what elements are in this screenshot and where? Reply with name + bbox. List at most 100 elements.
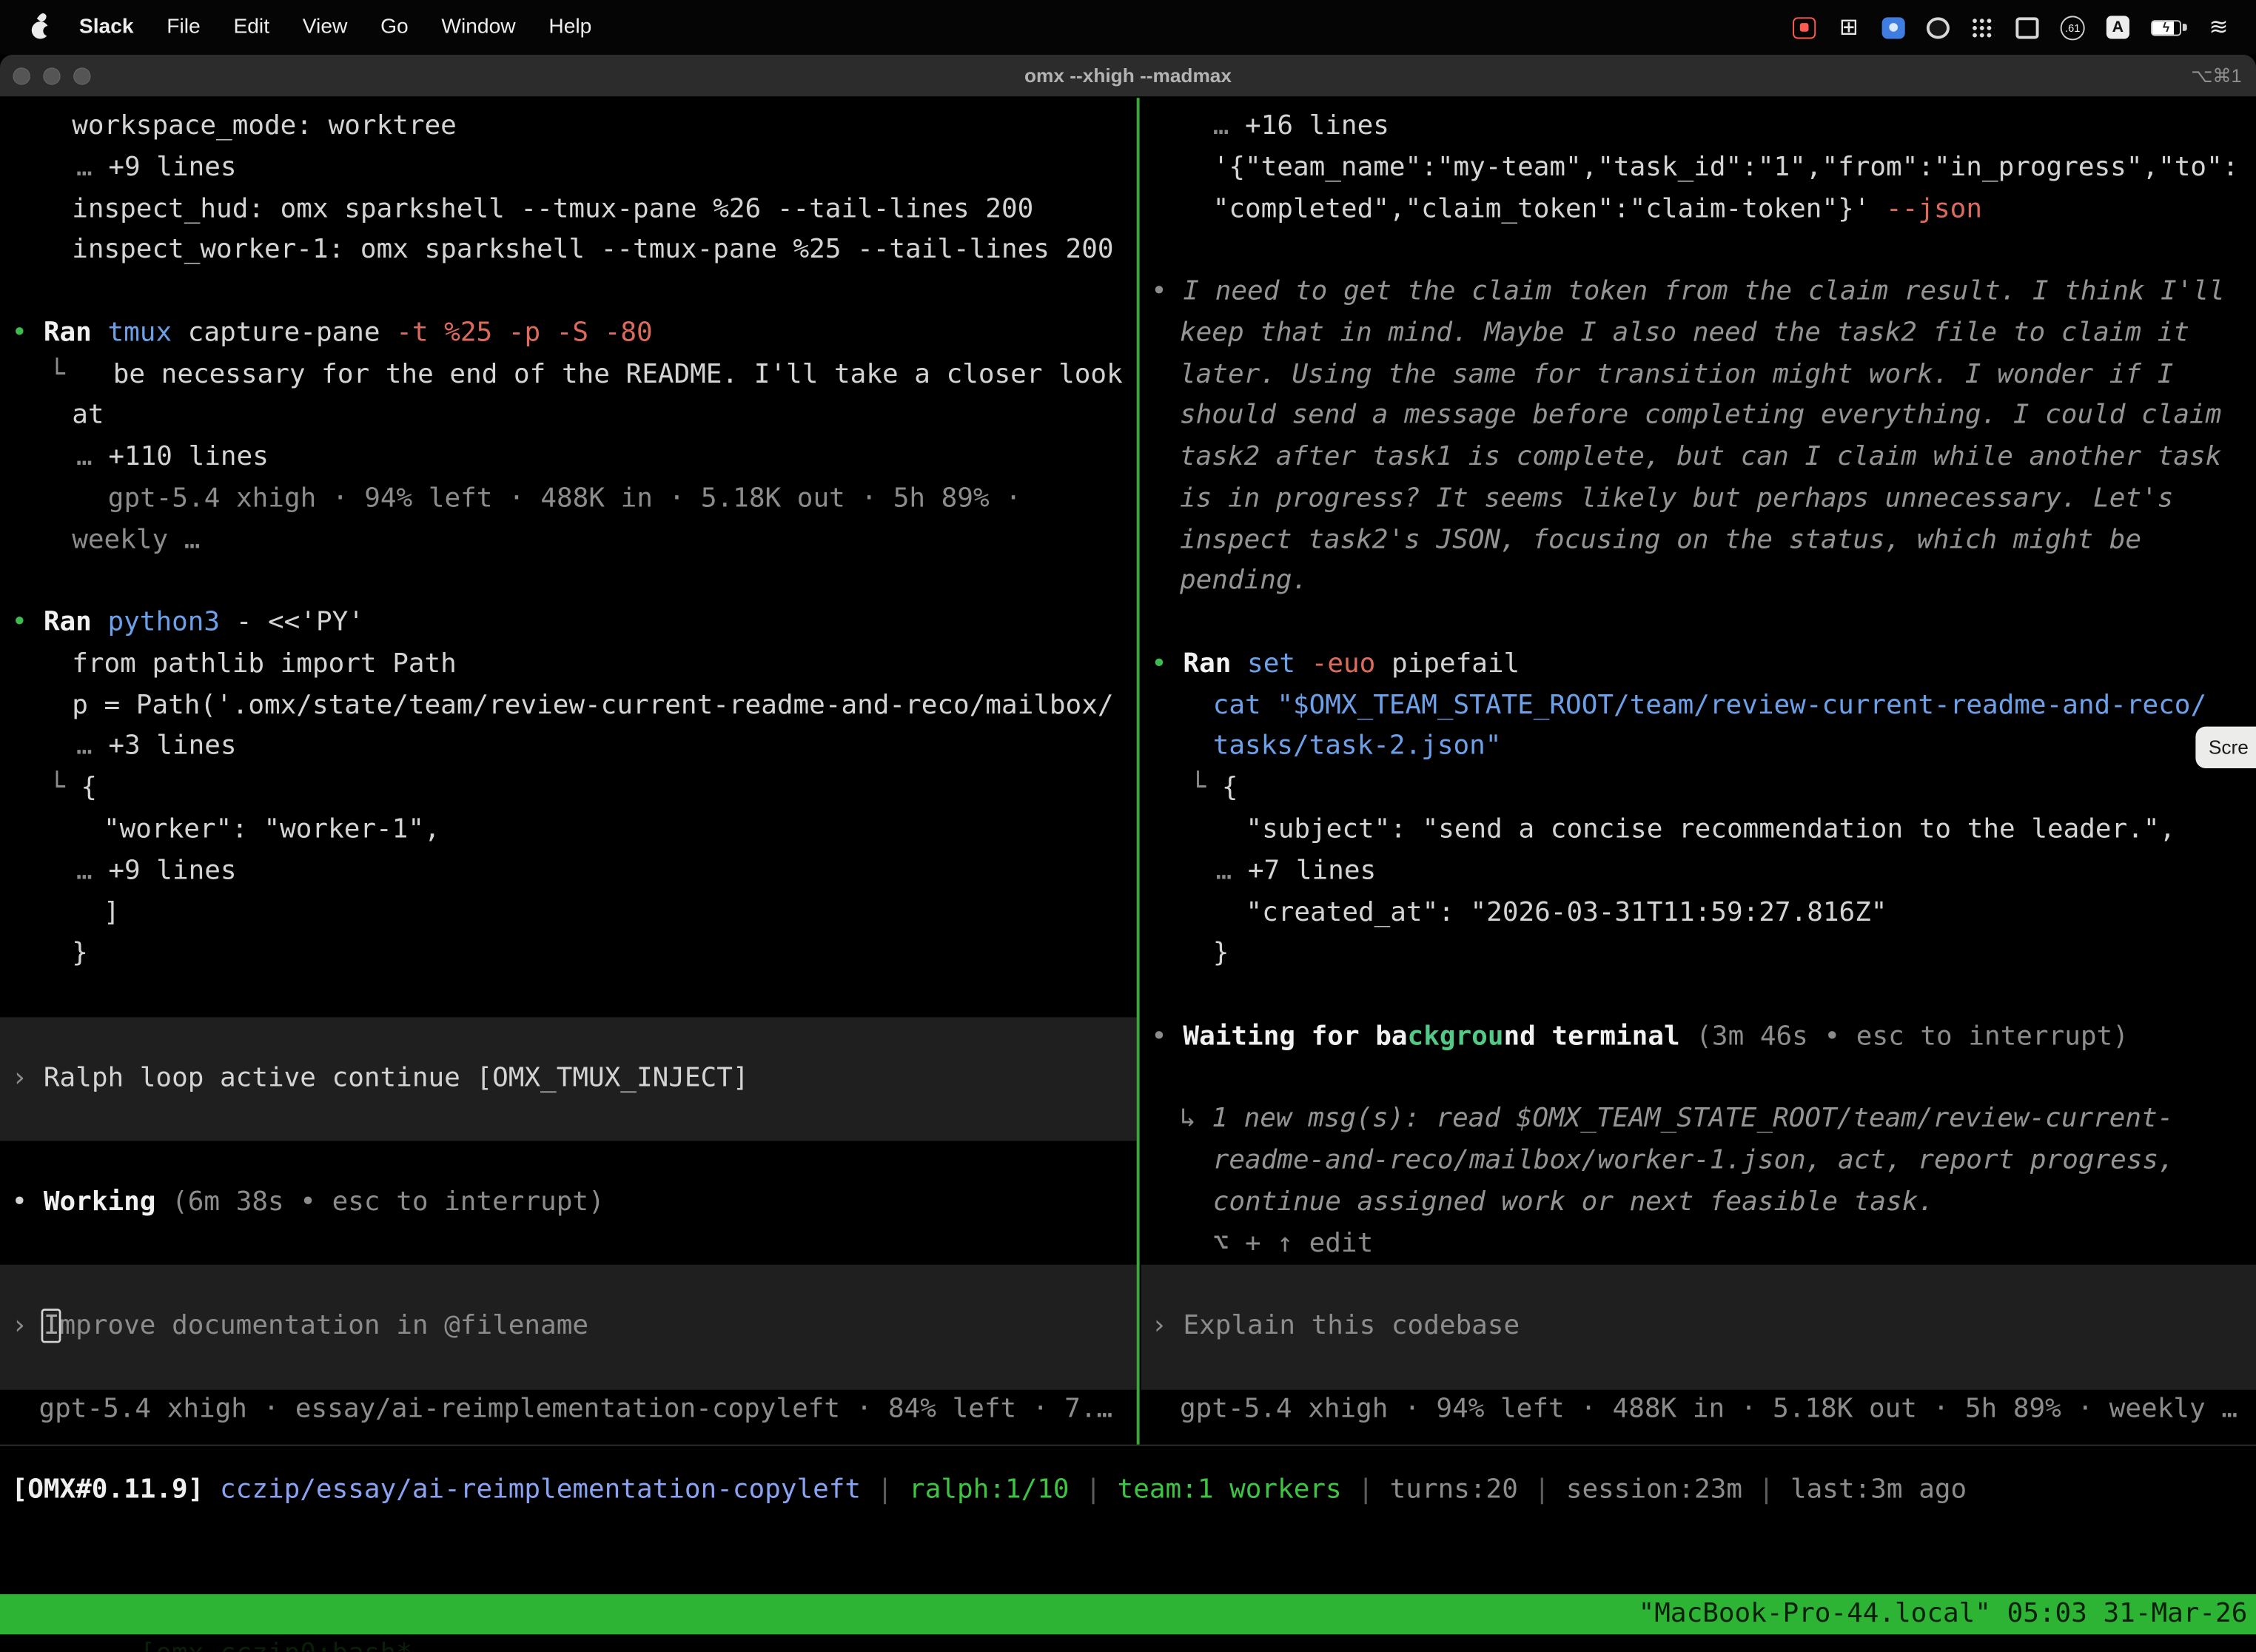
text-segment: "subject": "send a concise recommendatio… <box>1246 814 2175 845</box>
terminal-line: cat "$OMX_TEAM_STATE_ROOT/team/review-cu… <box>1141 686 2256 728</box>
prompt-line[interactable]: › Ralph loop active continue [OMX_TMUX_I… <box>0 1017 1137 1141</box>
zoom-button[interactable] <box>73 67 90 84</box>
menu-item-go[interactable]: Go <box>380 16 409 38</box>
text-segment: inspect_hud: omx sparkshell --tmux-pane … <box>72 194 1033 224</box>
text-segment: … <box>76 152 108 183</box>
terminal-line: from pathlib import Path <box>0 645 1137 686</box>
title-bar[interactable]: omx --xhigh --madmax ⌥⌘1 <box>0 55 2256 98</box>
terminal-line: continue assigned work or next feasible … <box>1141 1183 2256 1224</box>
text-segment: … <box>76 442 108 472</box>
text-segment: • <box>12 1187 44 1218</box>
menu-item-edit[interactable]: Edit <box>233 16 269 38</box>
text-segment: Ran <box>1183 649 1247 679</box>
gauge-icon[interactable]: .61 <box>2061 15 2085 39</box>
text-segment: last:3m ago <box>1790 1474 1967 1505</box>
terminal-line: • I need to get the claim token from the… <box>1141 272 2256 314</box>
terminal-line: gpt-5.4 xhigh · 94% left · 488K in · 5.1… <box>0 479 1137 520</box>
terminal-line: gpt-5.4 xhigh · 94% left · 488K in · 5.1… <box>1141 1389 2256 1431</box>
screen-recording-icon[interactable] <box>1793 16 1816 38</box>
text-segment: gpt-5.4 xhigh · 94% left · 488K in · 5.1… <box>108 483 1021 514</box>
text-segment: gpt-5.4 xhigh · 94% left · 488K in · 5.1… <box>1180 1394 2237 1424</box>
keyboard-layout-icon-label: A <box>2112 19 2124 36</box>
tmux-status-bar: [omx-cczip0:bash* "MacBook-Pro-44.local"… <box>0 1594 2256 1634</box>
dark-circle-icon[interactable] <box>1927 16 1950 38</box>
text-segment: ] <box>104 897 120 927</box>
terminal[interactable]: workspace_mode: worktree … +9 lines inspec… <box>0 98 2256 1651</box>
text-segment: should send a message before completing … <box>1180 400 2221 431</box>
text-segment: +7 lines <box>1248 856 1376 886</box>
gauge-icon-label: .61 <box>2065 21 2080 33</box>
menu-item-window[interactable]: Window <box>441 16 515 38</box>
text-segment: at <box>72 400 104 431</box>
prompt-line[interactable]: › Explain this codebase <box>1141 1266 2256 1390</box>
text-segment: • <box>1151 1021 1183 1052</box>
text-segment: | <box>861 1474 909 1505</box>
terminal-line <box>0 272 1137 314</box>
fan-icon[interactable]: ≋ <box>2207 13 2230 41</box>
terminal-line: … +16 lines <box>1141 107 2256 148</box>
terminal-line: • Ran python3 - <<'PY' <box>0 603 1137 645</box>
text-segment: | <box>1342 1474 1390 1505</box>
text-segment: 1 new msg(s): read $OMX_TEAM_STATE_ROOT/… <box>1212 1104 2173 1135</box>
terminal-line: is in progress? It seems likely but perh… <box>1141 479 2256 520</box>
text-segment: • <box>12 608 44 638</box>
text-segment: gpt-5.4 xhigh · essay/ai-reimplementatio… <box>38 1394 1112 1424</box>
menu-item-file[interactable]: File <box>167 16 200 38</box>
text-segment: later. Using the same for transition mig… <box>1180 359 2173 389</box>
tmux-host-time-label: "MacBook-Pro-44.local" 05:03 31-Mar-26 <box>1639 1594 2248 1634</box>
terminal-line: tasks/task-2.json" <box>1141 728 2256 769</box>
text-segment: +110 lines <box>108 442 269 472</box>
prompt-line[interactable]: › Improve documentation in @filename <box>0 1266 1137 1390</box>
terminal-line: … +110 lines <box>0 437 1137 479</box>
blue-app-icon[interactable] <box>1882 16 1905 38</box>
text-segment: I need to get the claim token from the c… <box>1183 276 2224 306</box>
apple-menu-icon[interactable] <box>30 14 52 40</box>
text-segment: | <box>1070 1474 1118 1505</box>
battery-icon[interactable]: ϟ <box>2151 19 2181 35</box>
text-segment: nd terminal <box>1503 1021 1696 1052</box>
text-segment: workspace_mode: worktree <box>72 111 457 141</box>
terminal-line: inspect task2's JSON, focusing on the st… <box>1141 520 2256 562</box>
text-segment: mprove documentation in @filename <box>60 1312 589 1342</box>
menu-app-name[interactable]: Slack <box>79 16 134 38</box>
menu-item-help[interactable]: Help <box>548 16 591 38</box>
terminal-line: '{"team_name":"my-team","task_id":"1","f… <box>1141 148 2256 189</box>
terminal-line: p = Path('.omx/state/team/review-current… <box>0 686 1137 728</box>
keyboard-layout-icon[interactable]: A <box>2106 16 2129 38</box>
terminal-line: weekly … <box>0 520 1137 562</box>
terminal-line: … +9 lines <box>0 851 1137 893</box>
text-segment: … <box>76 731 108 762</box>
terminal-line: at <box>0 396 1137 437</box>
terminal-line: } <box>0 934 1137 976</box>
text-segment: (6m 38s • esc to interrupt) <box>172 1187 605 1218</box>
text-segment: - <<'PY' <box>236 608 364 638</box>
minimize-button[interactable] <box>43 67 60 84</box>
terminal-line: "completed","claim_token":"claim-token"}… <box>1141 189 2256 231</box>
text-segment: › <box>1151 1312 1183 1342</box>
text-segment: Waiting for ba <box>1183 1021 1407 1052</box>
menu-bar-left: Slack File Edit View Go Window Help <box>0 14 625 40</box>
text-segment: +16 lines <box>1245 111 1389 141</box>
text-segment: Ralph loop active continue [OMX_TMUX_INJ… <box>44 1063 749 1093</box>
tmux-pane-left[interactable]: workspace_mode: worktree … +9 lines inspec… <box>0 98 1137 1444</box>
terminal-line: • Working (6m 38s • esc to interrupt) <box>0 1183 1137 1224</box>
grid-icon[interactable]: ⊞ <box>1837 13 1860 41</box>
menu-items: File Edit View Go Window Help <box>167 16 625 38</box>
dots-grid-icon[interactable] <box>1971 17 1994 37</box>
menu-item-view[interactable]: View <box>303 16 348 38</box>
text-segment: ⌥ + ↑ edit <box>1213 1228 1374 1258</box>
tmux-pane-right[interactable]: … +16 lines'{"team_name":"my-team","task… <box>1141 98 2256 1444</box>
tmux-pane-divider[interactable] <box>1137 98 1140 1444</box>
text-segment: • <box>12 318 44 348</box>
text-segment: cczip/essay/ai-reimplementation-copyleft <box>220 1474 861 1505</box>
text-segment: ralph:1/10 <box>909 1474 1070 1505</box>
terminal-line: ⌥ + ↑ edit <box>1141 1224 2256 1266</box>
text-segment: capture-pane <box>188 318 396 348</box>
terminal-line: … +3 lines <box>0 728 1137 769</box>
close-button[interactable] <box>13 67 30 84</box>
text-segment: { <box>81 773 97 803</box>
window-pill-icon[interactable] <box>2015 16 2038 38</box>
screen-share-overlay[interactable]: Scre <box>2195 727 2256 768</box>
terminal-line: ↳ 1 new msg(s): read $OMX_TEAM_STATE_ROO… <box>1141 1100 2256 1141</box>
terminal-line: inspect_hud: omx sparkshell --tmux-pane … <box>0 189 1137 231</box>
